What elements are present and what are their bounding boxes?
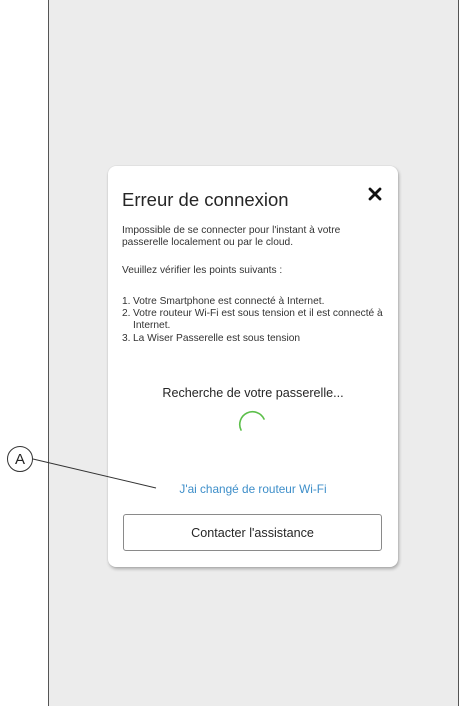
connection-error-dialog: Erreur de connexion Impossible de se con… — [108, 166, 398, 567]
checklist-text: Votre Smartphone est connecté à Internet… — [133, 296, 325, 307]
checklist-text: Votre routeur Wi-Fi est sous tension et … — [133, 308, 383, 332]
checklist-number: 3. — [122, 332, 131, 344]
checklist-number: 1. — [122, 296, 131, 307]
checklist-item: 1. Votre Smartphone est connecté à Inter… — [122, 296, 386, 308]
checklist-item: 3. La Wiser Passerelle est sous tension — [122, 333, 386, 345]
close-icon — [368, 187, 382, 201]
checklist-item: 2. Votre routeur Wi-Fi est sous tension … — [122, 308, 386, 332]
search-status-text: Recherche de votre passerelle... — [162, 386, 344, 400]
checklist-text: La Wiser Passerelle est sous tension — [133, 332, 301, 344]
loading-spinner-icon — [238, 410, 265, 431]
changed-router-link[interactable]: J'ai changé de routeur Wi-Fi — [108, 482, 398, 496]
instruction-text: Veuillez vérifier les points suivants : — [122, 265, 283, 276]
checklist: 1. Votre Smartphone est connecté à Inter… — [122, 296, 386, 345]
close-button[interactable] — [364, 183, 386, 205]
contact-support-button[interactable]: Contacter l'assistance — [123, 514, 382, 551]
dialog-title: Erreur de connexion — [122, 189, 289, 210]
error-message: Impossible de se connecter pour l'instan… — [122, 225, 341, 249]
checklist-number: 2. — [122, 308, 131, 320]
callout-marker-a: A — [7, 446, 33, 472]
